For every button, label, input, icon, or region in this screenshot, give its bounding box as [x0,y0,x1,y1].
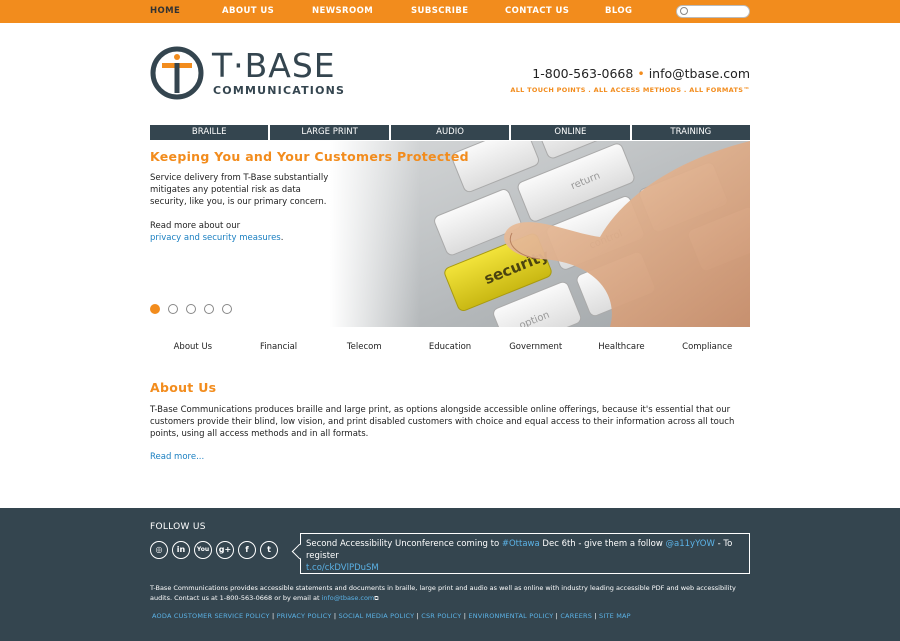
email-link[interactable]: info@tbase.com [649,66,750,81]
hero-read-more: Read more about our privacy and security… [150,220,350,244]
hero-slider: return security control option alt Keepi… [150,141,750,327]
external-link-icon: ⧉ [374,594,379,602]
nav-about-us[interactable]: ABOUT US [222,0,274,23]
logo-subtitle: COMMUNICATIONS [213,84,346,97]
tbase-logo-icon [150,46,204,100]
latest-tweet: Second Accessibility Unconference coming… [300,533,750,574]
about-paragraph: T-Base Communications produces braille a… [150,405,735,439]
link-aoda-policy[interactable]: AODA CUSTOMER SERVICE POLICY [152,612,270,620]
hero-read-more-suffix: . [280,233,284,243]
slider-pagination [150,304,232,314]
slide-dot-3[interactable] [186,304,196,314]
slide-dot-4[interactable] [204,304,214,314]
linkedin-icon[interactable]: in [172,541,190,559]
footer: FOLLOW US ◎ in You g+ f t Second Accessi… [0,508,900,641]
link-social-media-policy[interactable]: SOCIAL MEDIA POLICY [339,612,415,620]
follow-us-heading: FOLLOW US [150,522,206,532]
link-csr-policy[interactable]: CSR POLICY [421,612,461,620]
sector-navigation: About Us Financial Telecom Education Gov… [150,342,750,354]
sector-about-us[interactable]: About Us [150,342,236,354]
social-icons: ◎ in You g+ f t [150,541,278,559]
link-environmental-policy[interactable]: ENVIRONMENTAL POLICY [468,612,553,620]
tweet-handle-link[interactable]: @a11yYOW [666,539,715,549]
sector-education[interactable]: Education [407,342,493,354]
nav-blog[interactable]: BLOG [605,0,632,23]
about-read-more-link[interactable]: Read more... [150,452,204,462]
tab-large-print[interactable]: LARGE PRINT [270,125,389,140]
tagline: ALL TOUCH POINTS . ALL ACCESS METHODS . … [510,86,750,94]
twitter-icon[interactable]: t [260,541,278,559]
link-careers[interactable]: CAREERS [560,612,592,620]
link-site-map[interactable]: SITE MAP [599,612,631,620]
about-heading: About Us [150,380,217,395]
slide-dot-1[interactable] [150,304,160,314]
sector-telecom[interactable]: Telecom [321,342,407,354]
nav-contact-us[interactable]: CONTACT US [505,0,569,23]
disclaimer-email-link[interactable]: info@tbase.com [322,594,375,602]
footer-disclaimer: T-Base Communications provides accessibl… [150,584,750,603]
footer-policy-links: AODA CUSTOMER SERVICE POLICY | PRIVACY P… [152,612,631,620]
contact-info: 1-800-563-0668 • info@tbase.com [532,66,750,81]
search-icon [680,7,688,15]
disclaimer-text: T-Base Communications provides accessibl… [150,584,736,602]
nav-newsroom[interactable]: NEWSROOM [312,0,373,23]
phone-number: 1-800-563-0668 [532,66,634,81]
tab-braille[interactable]: BRAILLE [150,125,269,140]
privacy-security-link[interactable]: privacy and security measures [150,233,281,243]
slide-dot-2[interactable] [168,304,178,314]
nav-home[interactable]: HOME [150,0,180,23]
hero-description: Service delivery from T-Base substantial… [150,173,329,207]
google-plus-icon[interactable]: g+ [216,541,234,559]
contact-separator: • [637,66,645,81]
facebook-icon[interactable]: f [238,541,256,559]
logo-wordmark: T·BASE [212,46,336,85]
sector-government[interactable]: Government [493,342,579,354]
nav-subscribe[interactable]: SUBSCRIBE [411,0,468,23]
service-tabs: BRAILLE LARGE PRINT AUDIO ONLINE TRAININ… [150,125,751,140]
tweet-url-link[interactable]: t.co/ckDVlPDuSM [306,563,379,573]
hero-read-more-prefix: Read more about our [150,221,241,231]
youtube-icon[interactable]: You [194,541,212,559]
tab-training[interactable]: TRAINING [631,125,751,140]
tweet-hashtag-link[interactable]: #Ottawa [502,539,540,549]
slide-dot-5[interactable] [222,304,232,314]
sector-healthcare[interactable]: Healthcare [579,342,665,354]
sector-financial[interactable]: Financial [236,342,322,354]
tab-online[interactable]: ONLINE [511,125,630,140]
tweet-text-2: Dec 6th - give them a follow [539,539,666,549]
tweet-text-1: Second Accessibility Unconference coming… [306,539,502,549]
hero-title: Keeping You and Your Customers Protected [150,149,469,164]
tab-audio[interactable]: AUDIO [390,125,510,140]
sector-compliance[interactable]: Compliance [664,342,750,354]
link-privacy-policy[interactable]: PRIVACY POLICY [277,612,332,620]
search-input[interactable] [676,5,750,18]
dribbble-icon[interactable]: ◎ [150,541,168,559]
top-navigation-bar: HOME ABOUT US NEWSROOM SUBSCRIBE CONTACT… [0,0,900,23]
